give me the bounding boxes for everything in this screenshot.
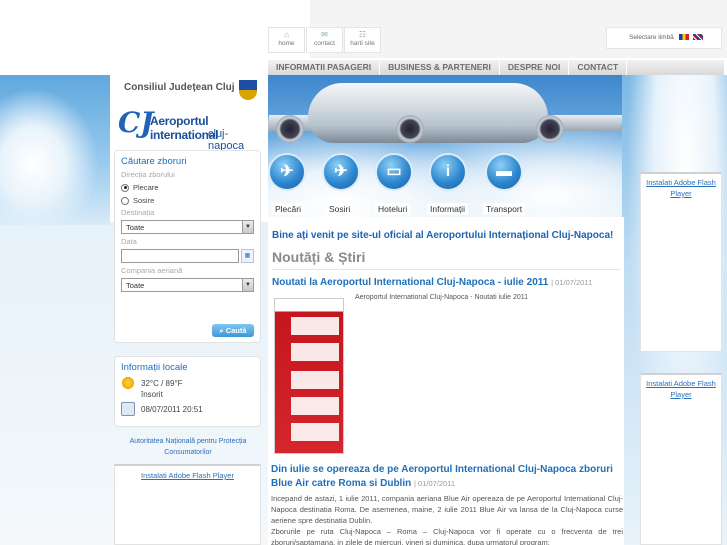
date-input[interactable] (121, 249, 239, 263)
local-info-panel: Informații locale 32°C / 89°F însorit 08… (114, 356, 261, 427)
radio-button[interactable] (121, 183, 129, 192)
calendar-icon[interactable]: ▦ (241, 249, 254, 263)
direction-label: Direcția zborului (121, 170, 175, 179)
engine-graphic (396, 115, 424, 143)
news-date: | 01/07/2011 (551, 278, 593, 287)
hotels-icon[interactable]: ▭ (375, 153, 413, 191)
arrivals-icon[interactable]: ✈ (322, 153, 360, 191)
menu-business[interactable]: BUSINESS & PARTENERI (380, 60, 500, 75)
panel-title: Căutare zboruri (121, 156, 187, 167)
news-title[interactable]: Noutati la Aeroportul International Cluj… (272, 276, 620, 290)
departures-icon[interactable]: ✈ (268, 153, 306, 191)
engine-graphic (536, 115, 564, 143)
news-item: Din iulie se opereaza de pe Aeroportul I… (271, 463, 623, 545)
airline-select[interactable]: Toate ▼ (121, 278, 254, 292)
county-crest-icon (239, 80, 257, 100)
airport-logo[interactable]: CJ Aeroportul international cluj-napoca (118, 108, 260, 153)
news-text: Incepand de astazi, 1 iulie 2011, compan… (271, 494, 623, 525)
info-icon[interactable]: i (429, 153, 467, 191)
news-section-title: Noutăți & Știri (272, 249, 620, 270)
destination-select[interactable]: Toate ▼ (121, 220, 254, 234)
search-button[interactable]: ⌕ Caută (212, 324, 254, 337)
sky-left-decoration (0, 75, 110, 225)
nav-contact[interactable]: ✉ contact (306, 27, 343, 53)
radio-departure[interactable]: Plecare (121, 183, 254, 192)
menu-contact[interactable]: CONTACT (569, 60, 628, 75)
flash-box-right-bottom: Instalati Adobe Flash Player (640, 373, 722, 545)
county-council-logo-text: Consiliul Județean Cluj (124, 82, 235, 93)
menu-about[interactable]: DESPRE NOI (500, 60, 570, 75)
quick-link-arrivals[interactable]: Sosiri (326, 203, 354, 215)
quick-link-hotels[interactable]: Hoteluri (375, 203, 411, 215)
temperature: 32°C / 89°F (141, 378, 183, 388)
engine-graphic (276, 115, 304, 143)
news-text: Zborurile pe ruta Cluj-Napoca – Roma – C… (271, 527, 623, 545)
flash-player-link[interactable]: Instalati Adobe Flash Player (141, 471, 234, 480)
menu-passenger-info[interactable]: INFORMATII PASAGERI (268, 60, 381, 75)
romanian-flag-icon[interactable] (678, 34, 689, 41)
airline-label: Compania aeriană (121, 266, 183, 275)
news-date: | 01/07/2011 (414, 479, 456, 488)
nav-sitemap[interactable]: ☷ harti site (344, 27, 381, 53)
nav-home[interactable]: ⌂ home (268, 27, 305, 53)
transport-icon[interactable]: ▬ (485, 153, 523, 191)
weather-condition: însorit (141, 390, 163, 399)
quick-links: ✈ ✈ ▭ i ▬ Plecări Sosiri Hoteluri Inform… (268, 151, 622, 217)
main-menu: INFORMATII PASAGERI BUSINESS & PARTENERI… (268, 60, 724, 75)
flash-box-right-top: Instalati Adobe Flash Player (640, 172, 722, 352)
clock-icon (121, 402, 135, 416)
chevron-down-icon[interactable]: ▼ (242, 221, 253, 233)
welcome-heading: Bine ați venit pe site-ul oficial al Aer… (272, 230, 614, 241)
mail-icon: ✉ (321, 30, 328, 39)
flash-player-link[interactable]: Instalati Adobe Flash Player (646, 178, 716, 198)
flight-search-panel: Căutare zboruri Direcția zborului Plecar… (114, 150, 261, 343)
top-nav: ⌂ home ✉ contact ☷ harti site (268, 27, 381, 53)
flash-box-left: Instalati Adobe Flash Player (114, 464, 261, 545)
sun-icon (121, 376, 135, 390)
news-title[interactable]: Din iulie se opereaza de pe Aeroportul I… (271, 463, 623, 491)
quick-link-transport[interactable]: Transport (483, 203, 526, 215)
plane-graphic (308, 83, 548, 143)
chevron-down-icon[interactable]: ▼ (242, 279, 253, 291)
local-datetime: 08/07/2011 20:51 (141, 404, 203, 414)
radio-arrival[interactable]: Sosire (121, 196, 254, 205)
home-icon: ⌂ (284, 30, 289, 39)
news-thumbnail[interactable] (274, 298, 344, 454)
news-caption: Aeroportul International Cluj-Napoca - N… (355, 294, 529, 301)
english-flag-icon[interactable] (693, 34, 704, 41)
sitemap-icon: ☷ (358, 30, 367, 39)
date-label: Data (121, 237, 137, 246)
panel-title: Informații locale (121, 362, 188, 373)
quick-link-info[interactable]: Informații (427, 203, 468, 215)
language-selector: Selectare limbă (606, 27, 722, 49)
radio-button[interactable] (121, 196, 129, 205)
flash-player-link[interactable]: Instalati Adobe Flash Player (646, 379, 716, 399)
destination-label: Destinația (121, 208, 155, 217)
anpc-link[interactable]: Autoritatea Națională pentru Protecția C… (118, 436, 258, 458)
quick-link-departures[interactable]: Plecări (272, 203, 304, 215)
